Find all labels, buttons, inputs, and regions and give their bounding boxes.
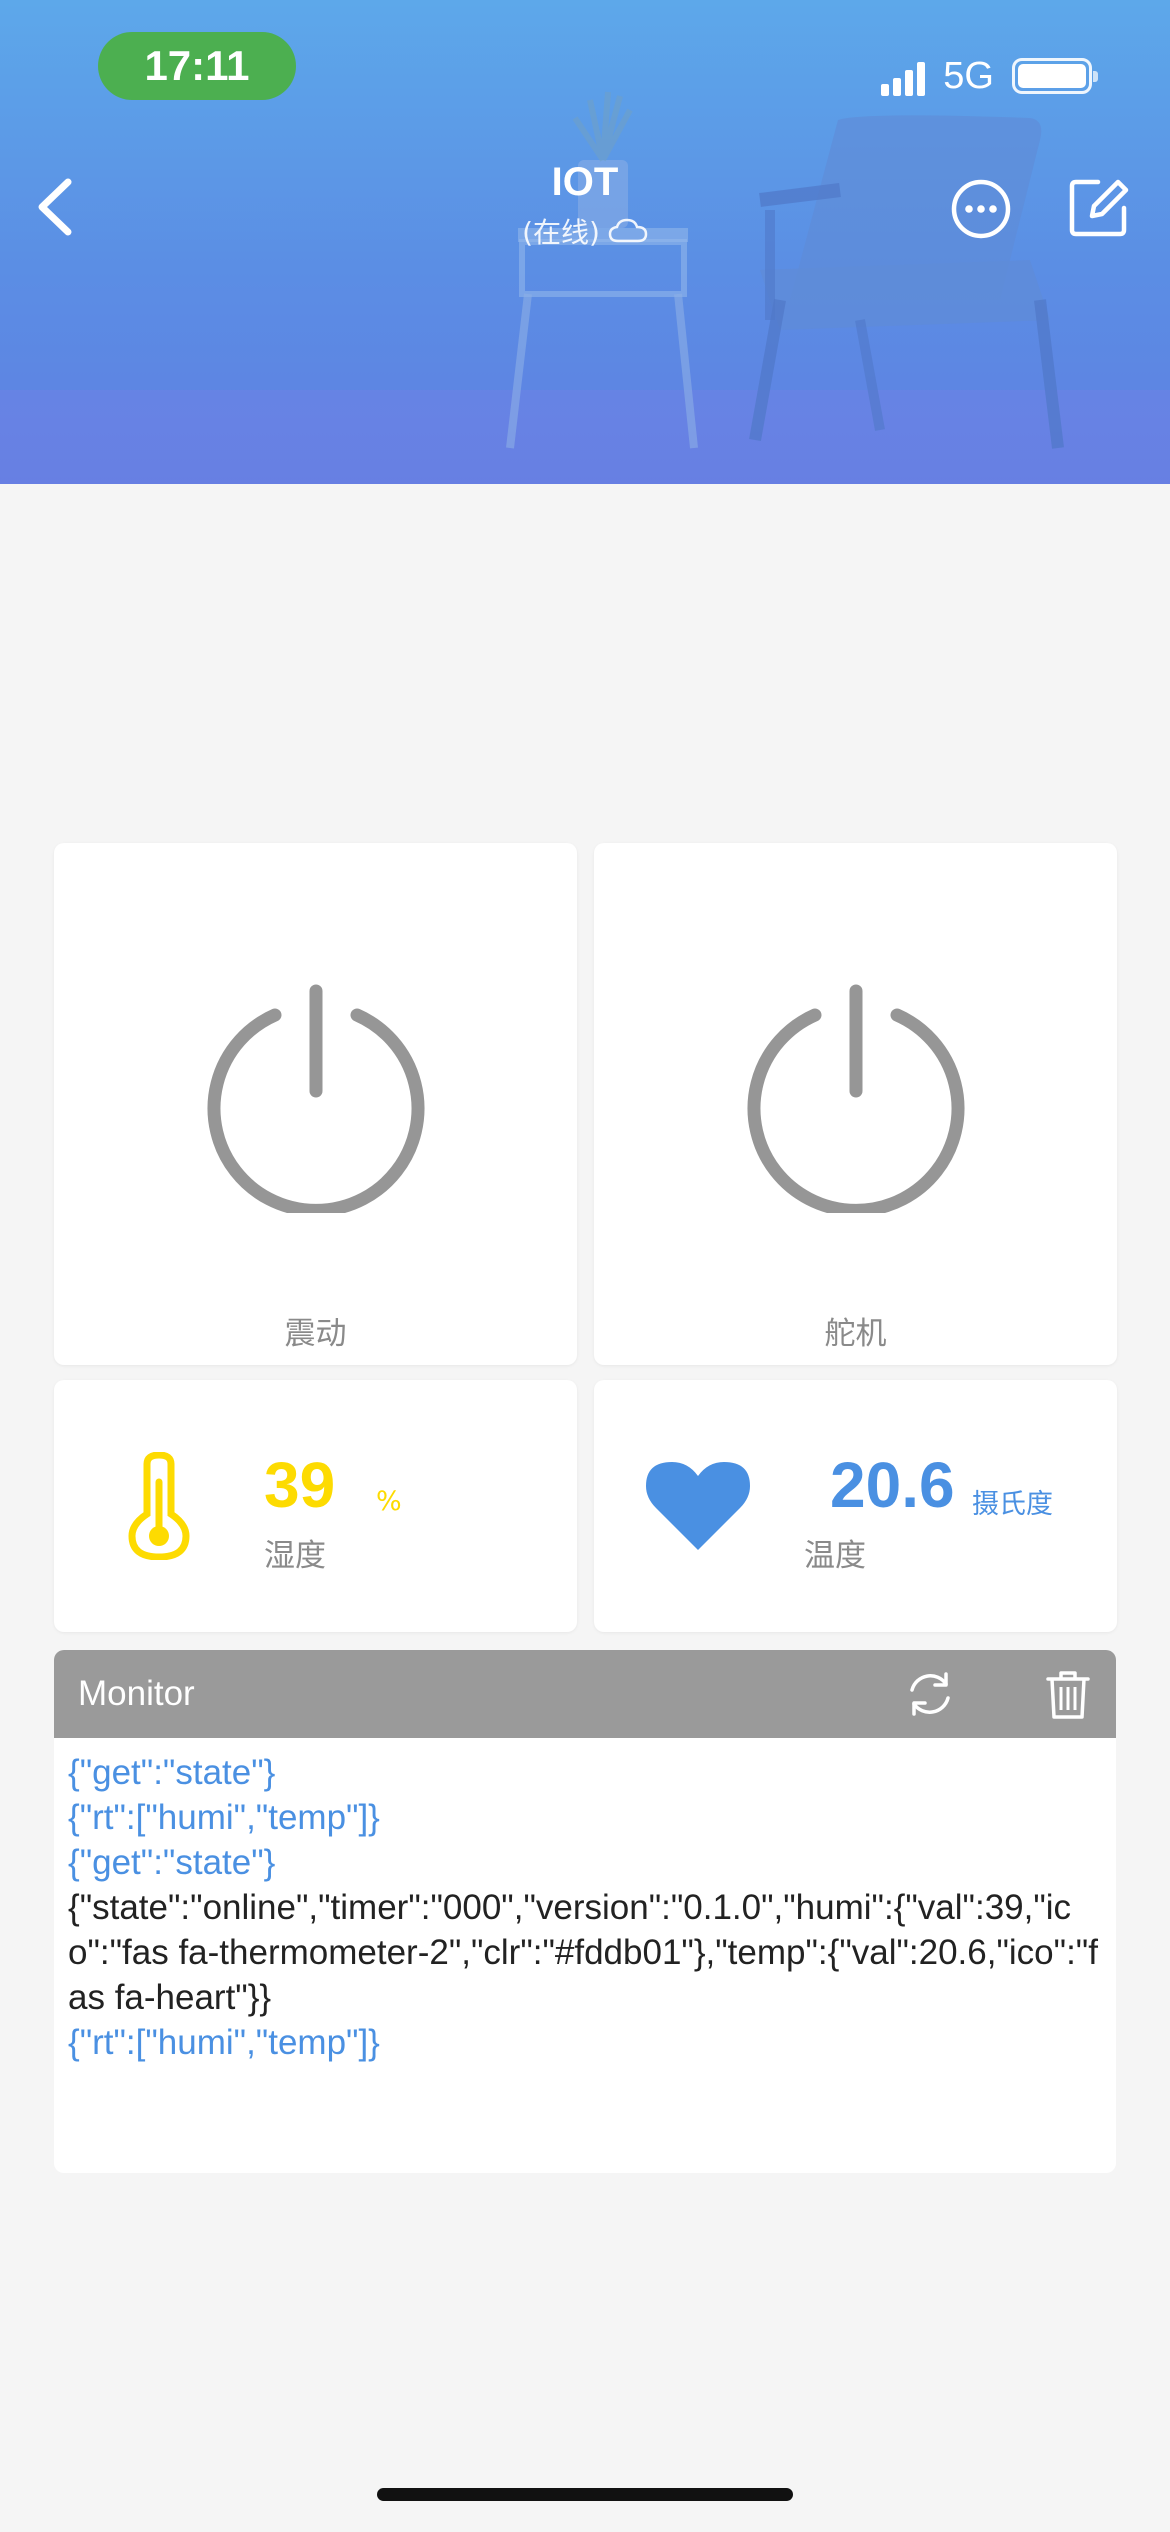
trash-icon[interactable] [1046, 1670, 1090, 1720]
monitor-panel: Monitor {"get":"state"} {"rt":["humi","t… [54, 1650, 1116, 2173]
power-icon[interactable] [745, 981, 967, 1213]
sensor-card-humidity: 39 % 湿度 [54, 1380, 577, 1632]
log-line: {"get":"state"} [68, 1753, 276, 1792]
temperature-value: 20.6 [830, 1449, 955, 1521]
switch-label: 舵机 [824, 1316, 887, 1352]
signal-icon [881, 56, 926, 96]
more-options-icon[interactable] [950, 178, 1012, 240]
temperature-unit: 摄氏度 [972, 1489, 1053, 1520]
home-indicator[interactable] [377, 2488, 793, 2501]
log-line: {"get":"state"} [68, 1843, 276, 1882]
monitor-log: {"get":"state"} {"rt":["humi","temp"]} {… [54, 1738, 1116, 2065]
sensor-card-temperature: 20.6 摄氏度 温度 [594, 1380, 1117, 1632]
humidity-unit: % [376, 1486, 402, 1517]
status-indicators: 5G [881, 50, 1098, 102]
monitor-title: Monitor [78, 1674, 195, 1713]
switch-label: 震动 [284, 1316, 347, 1352]
thermometer-icon [128, 1452, 190, 1560]
monitor-header: Monitor [54, 1650, 1116, 1738]
log-line: {"rt":["humi","temp"]} [68, 2023, 380, 2062]
switch-card-servo[interactable]: 舵机 [594, 843, 1117, 1365]
log-line: {"state":"online","timer":"000","version… [68, 1888, 1098, 2017]
back-icon[interactable] [24, 172, 94, 242]
online-status-label: (在线) [522, 216, 600, 249]
heart-icon [646, 1462, 750, 1550]
header-banner: 17:11 5G IOT (在线) [0, 0, 1170, 484]
power-icon[interactable] [205, 981, 427, 1213]
cloud-icon [608, 218, 648, 243]
temperature-label: 温度 [804, 1538, 866, 1574]
switch-card-vibration[interactable]: 震动 [54, 843, 577, 1365]
humidity-value: 39 [264, 1449, 336, 1521]
refresh-icon[interactable] [906, 1670, 954, 1718]
battery-icon [1012, 58, 1098, 94]
log-line: {"rt":["humi","temp"]} [68, 1798, 380, 1837]
edit-icon[interactable] [1068, 176, 1130, 238]
network-label: 5G [943, 54, 994, 97]
humidity-label: 湿度 [264, 1538, 326, 1574]
page-title: IOT [551, 160, 619, 204]
status-time: 17:11 [98, 32, 296, 100]
title-block: IOT (在线) [385, 160, 785, 251]
device-status: (在线) [385, 211, 785, 251]
